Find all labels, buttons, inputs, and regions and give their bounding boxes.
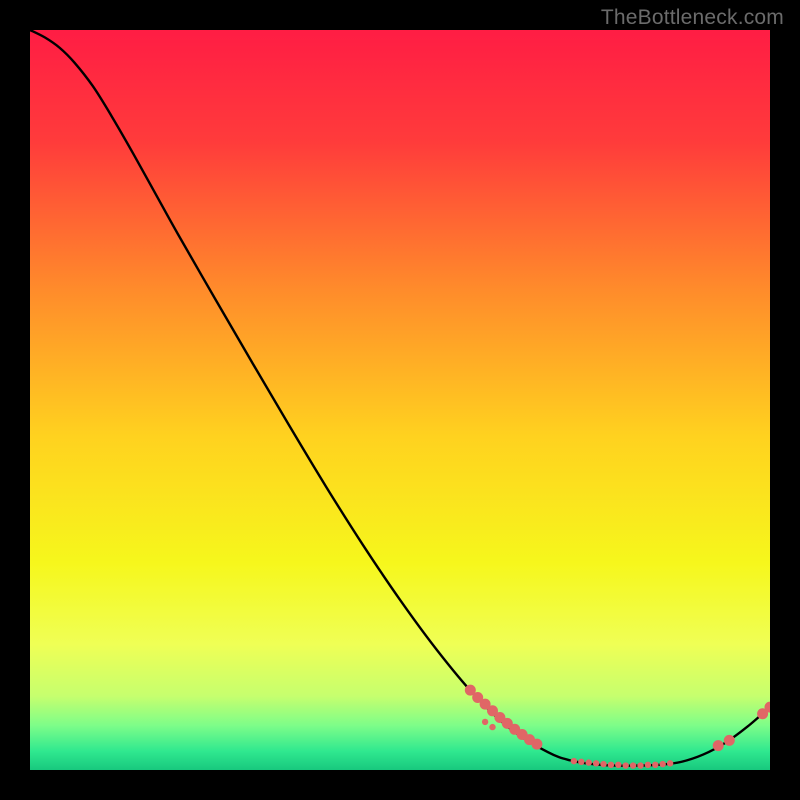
marker-dot [489, 724, 495, 730]
marker-dot [652, 762, 658, 768]
marker-dot [630, 762, 636, 768]
marker-dot [637, 762, 643, 768]
plot-area [30, 30, 770, 770]
marker-dot [623, 762, 629, 768]
marker-dot [578, 759, 584, 765]
marker-dot [645, 762, 651, 768]
marker-dot [482, 719, 488, 725]
marker-dot [571, 758, 577, 764]
watermark-label: TheBottleneck.com [601, 6, 784, 30]
marker-dot [660, 761, 666, 767]
marker-dot [615, 762, 621, 768]
gradient-background [30, 30, 770, 770]
marker-dot [713, 740, 724, 751]
marker-dot [667, 760, 673, 766]
marker-dot [724, 735, 735, 746]
marker-dot [593, 760, 599, 766]
plot-svg [30, 30, 770, 770]
marker-dot [608, 762, 614, 768]
marker-dot [531, 739, 542, 750]
marker-dot [586, 759, 592, 765]
marker-dot [600, 761, 606, 767]
chart-stage: TheBottleneck.com [0, 0, 800, 800]
